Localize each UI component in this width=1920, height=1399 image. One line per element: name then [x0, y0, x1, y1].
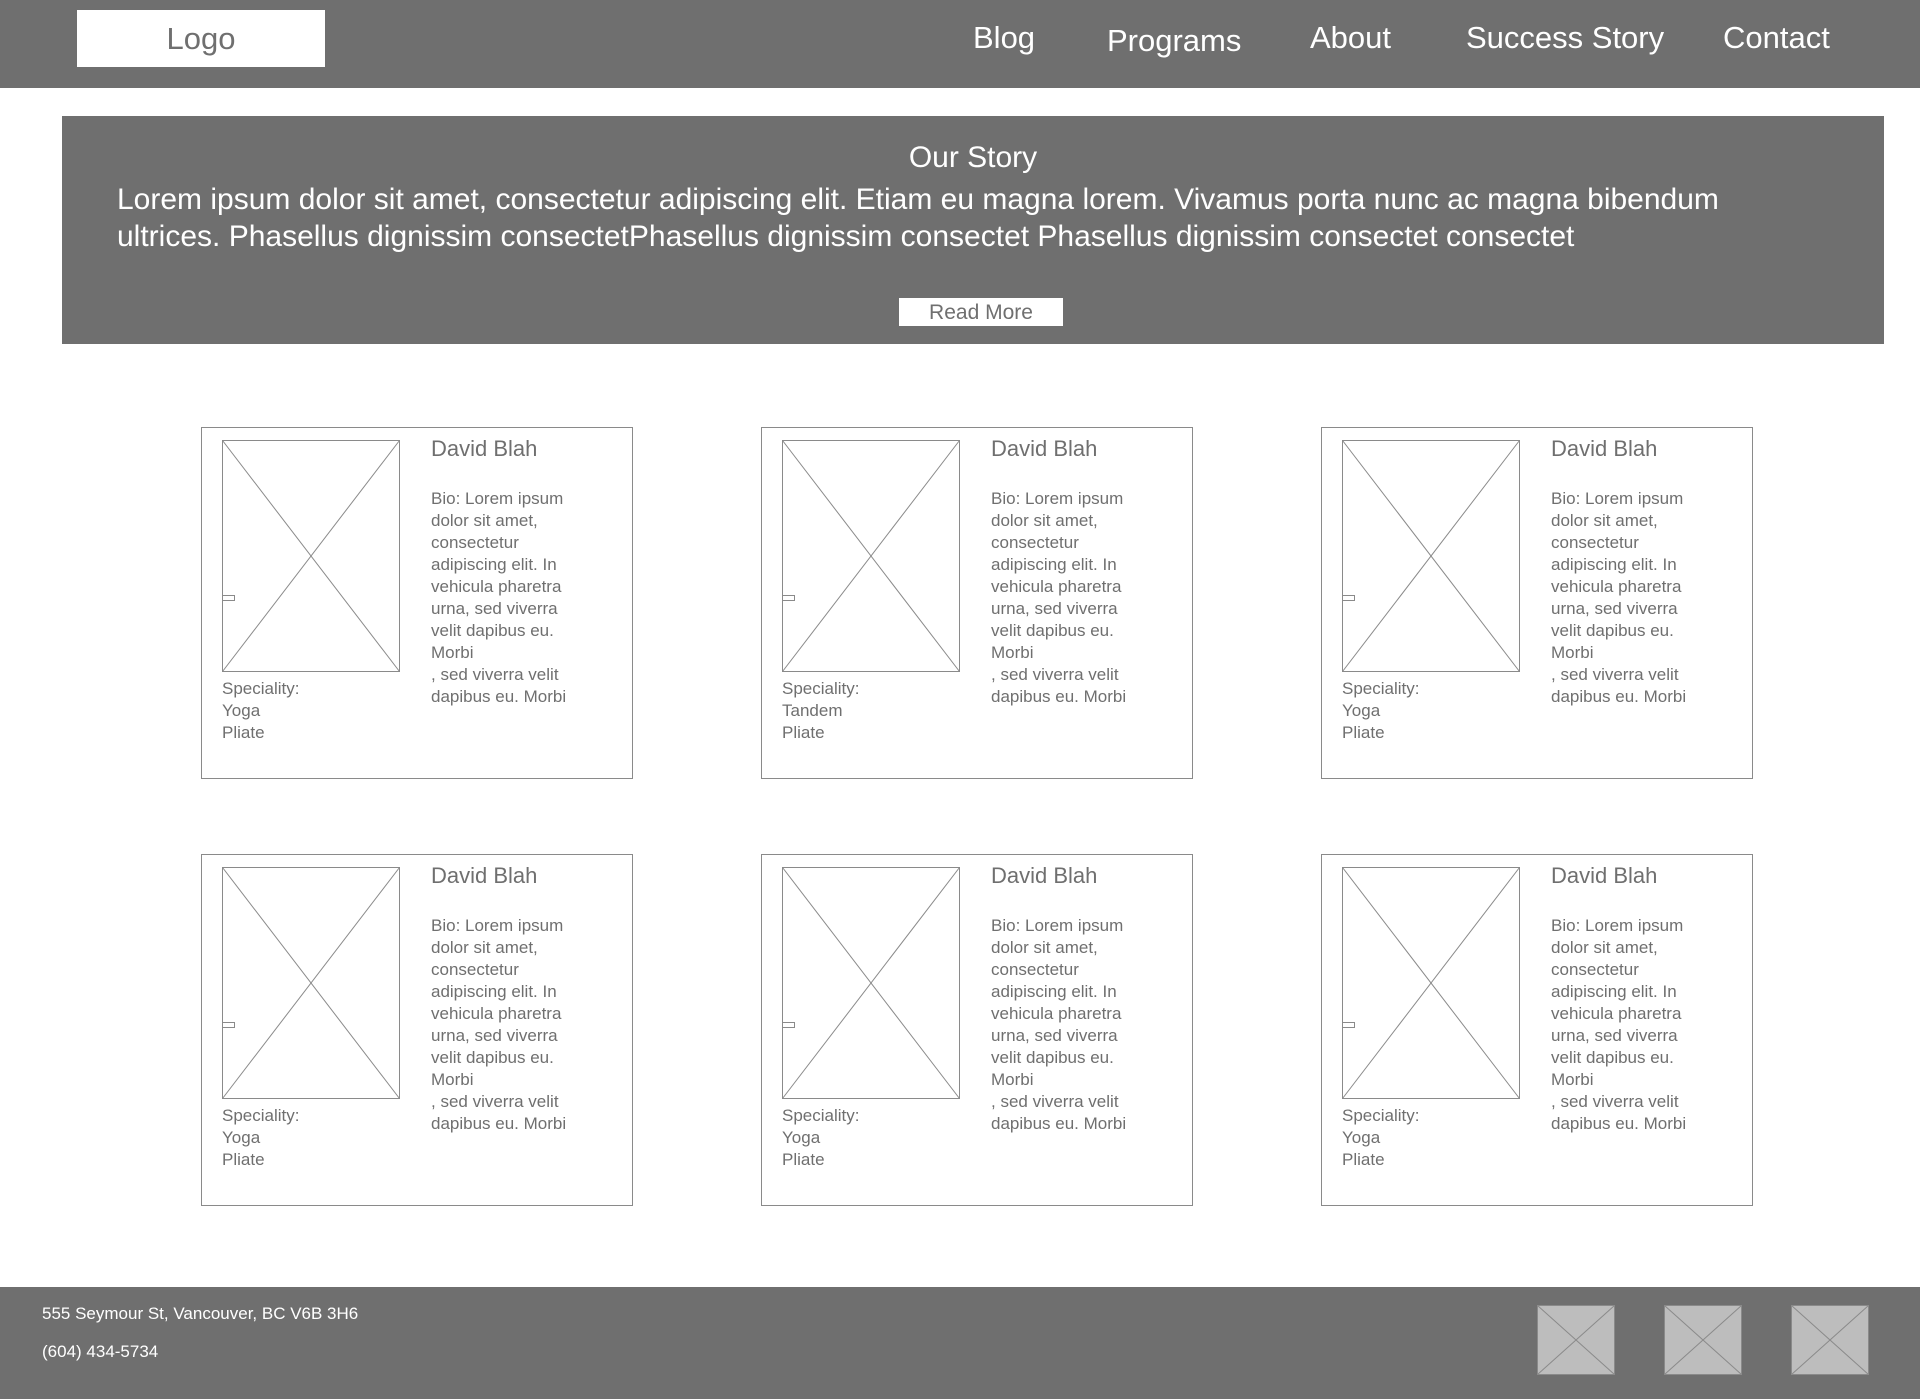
footer-phone: (604) 434-5734 [42, 1342, 159, 1361]
speciality-item: Tandem [782, 701, 843, 720]
instructor-photo [782, 867, 960, 1099]
instructor-photo [222, 440, 400, 672]
speciality-item: Pliate [782, 723, 825, 742]
speciality-item: Pliate [222, 723, 265, 742]
instructor-card[interactable]: David Blah Bio: Lorem ipsum dolor sit ame… [1321, 427, 1753, 779]
our-story-text: Lorem ipsum dolor sit amet, consectetur … [117, 183, 1719, 253]
speciality-label: Speciality: [222, 679, 300, 698]
instructor-name: David Blah [431, 436, 538, 461]
speciality-item: Pliate [782, 1150, 825, 1169]
speciality-item: Yoga [222, 701, 261, 720]
instructor-name: David Blah [1551, 863, 1658, 888]
speciality-item: Yoga [1342, 701, 1381, 720]
social-link-2[interactable] [1664, 1305, 1742, 1375]
instructor-bio: Bio: Lorem ipsum dolor sit amet, consect… [431, 916, 567, 1133]
instructor-speciality: Speciality: Yoga Pliate [222, 1105, 422, 1171]
image-placeholder-icon [1342, 867, 1520, 1099]
instructor-name: David Blah [431, 863, 538, 888]
speciality-item: Yoga [1342, 1128, 1381, 1147]
image-placeholder-icon [1664, 1305, 1742, 1375]
image-placeholder-icon [222, 440, 400, 672]
read-more-button[interactable]: Read More [899, 298, 1063, 326]
instructor-bio: Bio: Lorem ipsum dolor sit amet, consect… [991, 916, 1127, 1133]
speciality-item: Pliate [1342, 1150, 1385, 1169]
speciality-item: Pliate [1342, 723, 1385, 742]
instructor-bio: Bio: Lorem ipsum dolor sit amet, consect… [1551, 489, 1687, 706]
instructor-card[interactable]: David Blah Bio: Lorem ipsum dolor sit ame… [761, 854, 1193, 1206]
image-placeholder-icon [1342, 440, 1520, 672]
instructor-card[interactable]: David Blah Bio: Lorem ipsum dolor sit ame… [201, 854, 633, 1206]
image-placeholder-icon [782, 867, 960, 1099]
social-link-1[interactable] [1537, 1305, 1615, 1375]
instructor-bio: Bio: Lorem ipsum dolor sit amet, consect… [1551, 916, 1687, 1133]
speciality-label: Speciality: [782, 679, 860, 698]
image-placeholder-icon [782, 440, 960, 672]
speciality-label: Speciality: [782, 1106, 860, 1125]
instructor-speciality: Speciality: Tandem Pliate [782, 678, 982, 744]
nav-item-about[interactable]: About [1310, 20, 1391, 56]
instructor-card[interactable]: David Blah Bio: Lorem ipsum dolor sit ame… [761, 427, 1193, 779]
instructor-bio: Bio: Lorem ipsum dolor sit amet, consect… [431, 489, 567, 706]
image-placeholder-icon [1537, 1305, 1615, 1375]
nav-item-blog[interactable]: Blog [973, 20, 1035, 56]
instructor-photo [1342, 867, 1520, 1099]
speciality-label: Speciality: [1342, 679, 1420, 698]
footer-address: 555 Seymour St, Vancouver, BC V6B 3H6 [42, 1304, 359, 1323]
site-footer: 555 Seymour St, Vancouver, BC V6B 3H6 (6… [0, 1287, 1920, 1399]
logo[interactable]: Logo [77, 10, 325, 67]
instructor-speciality: Speciality: Yoga Pliate [782, 1105, 982, 1171]
nav-item-contact[interactable]: Contact [1723, 20, 1830, 56]
instructor-photo [1342, 440, 1520, 672]
instructor-name: David Blah [1551, 436, 1658, 461]
speciality-label: Speciality: [222, 1106, 300, 1125]
our-story-title: Our Story [908, 141, 1038, 174]
instructor-name: David Blah [991, 863, 1098, 888]
image-placeholder-icon [222, 867, 400, 1099]
our-story-banner: Our Story Lorem ipsum dolor sit amet, co… [62, 116, 1884, 344]
social-link-3[interactable] [1791, 1305, 1869, 1375]
speciality-item: Yoga [222, 1128, 261, 1147]
instructor-name: David Blah [991, 436, 1098, 461]
instructor-photo [222, 867, 400, 1099]
site-header: Logo Blog Programs About Success Story C… [0, 0, 1920, 88]
image-placeholder-icon [1791, 1305, 1869, 1375]
instructor-speciality: Speciality: Yoga Pliate [1342, 678, 1542, 744]
instructor-speciality: Speciality: Yoga Pliate [222, 678, 422, 744]
nav-item-success-story[interactable]: Success Story [1466, 20, 1664, 56]
instructor-card[interactable]: David Blah Bio: Lorem ipsum dolor sit ame… [201, 427, 633, 779]
instructor-speciality: Speciality: Yoga Pliate [1342, 1105, 1542, 1171]
instructor-card[interactable]: David Blah Bio: Lorem ipsum dolor sit ame… [1321, 854, 1753, 1206]
instructor-bio: Bio: Lorem ipsum dolor sit amet, consect… [991, 489, 1127, 706]
speciality-label: Speciality: [1342, 1106, 1420, 1125]
speciality-item: Pliate [222, 1150, 265, 1169]
speciality-item: Yoga [782, 1128, 821, 1147]
nav-item-programs[interactable]: Programs [1107, 23, 1241, 59]
instructor-photo [782, 440, 960, 672]
